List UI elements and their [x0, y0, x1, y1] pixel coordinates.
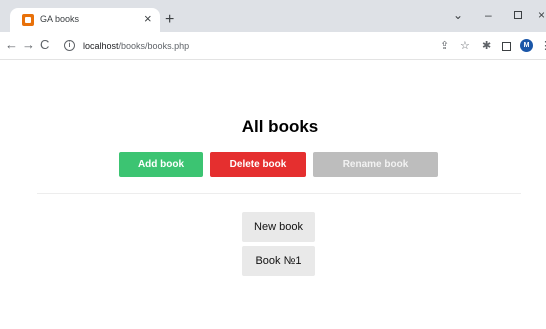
book-item-book-1[interactable]: Book №1	[242, 246, 315, 276]
back-button[interactable]: ←	[5, 38, 18, 52]
bookmark-star-icon[interactable]: ☆	[460, 40, 470, 52]
minimize-button[interactable]: –	[485, 8, 492, 22]
add-book-button[interactable]: Add book	[119, 152, 203, 177]
browser-tab-strip: GA books × + ⌄ – ×	[0, 0, 546, 32]
browser-menu-icon[interactable]: ⋮	[540, 40, 546, 52]
delete-book-button[interactable]: Delete book	[210, 152, 306, 177]
profile-avatar[interactable]: M	[520, 39, 533, 52]
address-bar[interactable]: localhost/books/books.php	[83, 41, 189, 51]
page-title: All books	[241, 117, 319, 136]
share-icon[interactable]: ⇪	[440, 40, 449, 52]
forward-button[interactable]: →	[22, 38, 35, 52]
reload-button[interactable]: C	[40, 38, 49, 52]
divider	[37, 193, 521, 194]
tab-search-icon[interactable]: ⌄	[453, 8, 463, 22]
extensions-icon[interactable]: ✱	[482, 40, 491, 52]
rename-book-button[interactable]: Rename book	[313, 152, 438, 177]
favicon-icon	[22, 14, 34, 26]
tab-close-icon[interactable]: ×	[144, 11, 152, 27]
close-window-button[interactable]: ×	[538, 8, 545, 22]
book-item-new-book[interactable]: New book	[242, 212, 315, 242]
browser-toolbar: ← → C i localhost/books/books.php ⇪ ☆ ✱ …	[0, 32, 546, 60]
new-tab-button[interactable]: +	[165, 12, 174, 28]
maximize-button[interactable]	[514, 11, 522, 19]
url-host: localhost	[83, 41, 119, 51]
tab-title: GA books	[40, 14, 80, 24]
url-path: /books/books.php	[118, 41, 190, 51]
site-info-icon[interactable]: i	[64, 40, 75, 51]
side-panel-icon[interactable]	[502, 42, 511, 51]
browser-tab[interactable]: GA books ×	[10, 8, 160, 32]
